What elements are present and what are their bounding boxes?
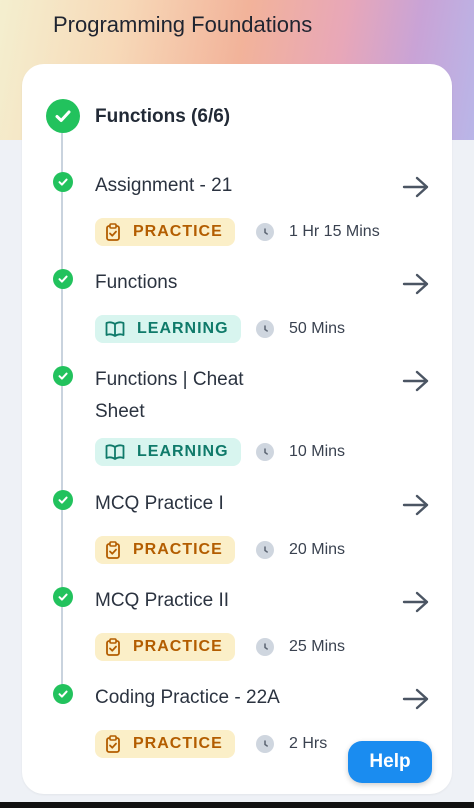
practice-badge: PRACTICE xyxy=(95,536,235,564)
badge-label: PRACTICE xyxy=(133,541,223,558)
duration-text: 2 Hrs xyxy=(289,735,328,752)
duration-text: 1 Hr 15 Mins xyxy=(289,223,380,240)
item-title[interactable]: Functions | Cheat Sheet xyxy=(95,364,270,428)
clipboard-check-icon xyxy=(105,223,121,241)
complete-check-icon xyxy=(53,269,73,289)
clipboard-check-icon xyxy=(105,638,121,656)
duration-text: 50 Mins xyxy=(289,320,346,337)
learning-badge: LEARNING xyxy=(95,315,241,343)
badge-label: LEARNING xyxy=(137,443,229,460)
item-title[interactable]: MCQ Practice II xyxy=(95,585,295,617)
arrow-right-icon[interactable] xyxy=(402,273,430,295)
complete-check-icon xyxy=(53,172,73,192)
arrow-right-icon[interactable] xyxy=(402,494,430,516)
clock-icon xyxy=(256,223,274,241)
duration-text: 25 Mins xyxy=(289,638,346,655)
clipboard-check-icon xyxy=(105,735,121,753)
bottom-bar xyxy=(0,802,474,808)
item-title[interactable]: Assignment - 21 xyxy=(95,170,295,202)
open-book-icon xyxy=(105,444,125,460)
practice-badge: PRACTICE xyxy=(95,218,235,246)
complete-check-icon xyxy=(53,684,73,704)
clock-icon xyxy=(256,735,274,753)
arrow-right-icon[interactable] xyxy=(402,176,430,198)
badge-label: PRACTICE xyxy=(133,638,223,655)
clock-icon xyxy=(256,541,274,559)
clock-icon xyxy=(256,443,274,461)
arrow-right-icon[interactable] xyxy=(402,688,430,710)
complete-check-icon xyxy=(53,490,73,510)
badge-label: LEARNING xyxy=(137,320,229,337)
clock-icon xyxy=(256,320,274,338)
duration-text: 10 Mins xyxy=(289,443,346,460)
section-title[interactable]: Functions (6/6) xyxy=(95,106,230,128)
arrow-right-icon[interactable] xyxy=(402,370,430,392)
item-title[interactable]: Functions xyxy=(95,267,295,299)
item-title[interactable]: MCQ Practice I xyxy=(95,488,295,520)
learning-badge: LEARNING xyxy=(95,438,241,466)
duration-text: 20 Mins xyxy=(289,541,346,558)
open-book-icon xyxy=(105,321,125,337)
item-title[interactable]: Coding Practice - 22A xyxy=(95,682,355,714)
course-title: Programming Foundations xyxy=(53,12,313,37)
complete-check-icon xyxy=(53,587,73,607)
clipboard-check-icon xyxy=(105,541,121,559)
section-complete-check-icon xyxy=(46,99,80,133)
complete-check-icon xyxy=(53,366,73,386)
badge-label: PRACTICE xyxy=(133,735,223,752)
help-button[interactable]: Help xyxy=(348,741,432,783)
practice-badge: PRACTICE xyxy=(95,633,235,661)
badge-label: PRACTICE xyxy=(133,223,223,240)
arrow-right-icon[interactable] xyxy=(402,591,430,613)
practice-badge: PRACTICE xyxy=(95,730,235,758)
clock-icon xyxy=(256,638,274,656)
